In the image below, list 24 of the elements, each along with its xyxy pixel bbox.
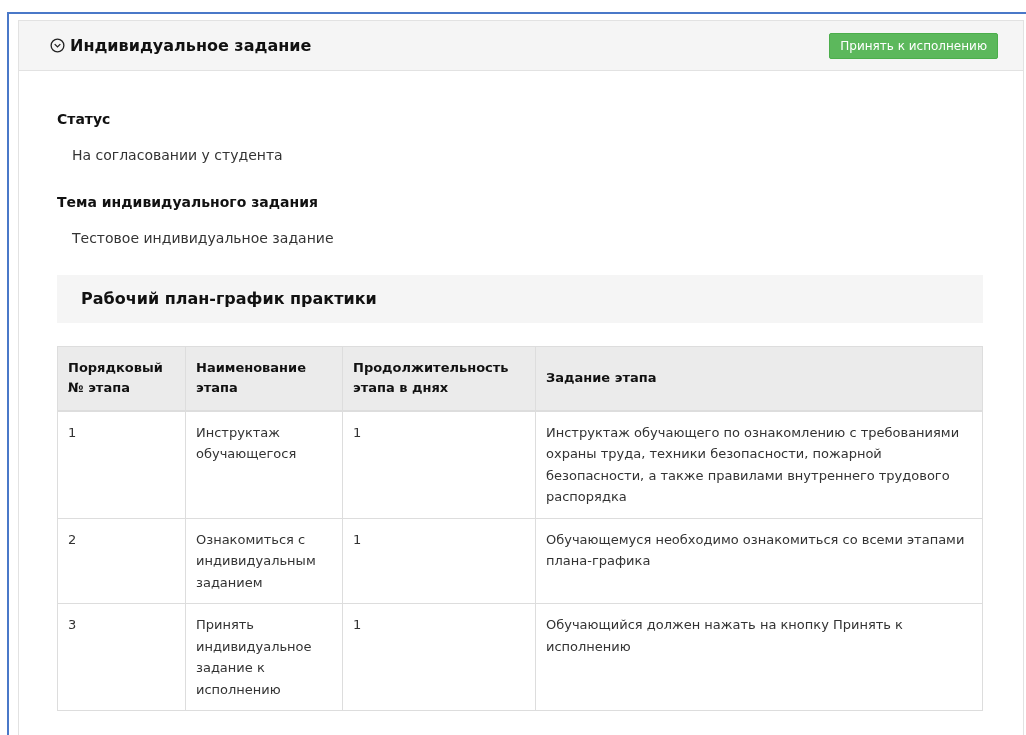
column-header: Продолжительность этапа в днях — [342, 346, 536, 411]
field-value: На согласовании у студента — [71, 146, 284, 165]
field-value: Тестовое индивидуальное задание — [71, 229, 335, 248]
table-cell: 1 — [342, 518, 536, 604]
table-cell: Инструктаж обучающегося — [185, 410, 343, 518]
table-cell: Обучающийся должен нажать на кнопку Принять к исполнению — [535, 603, 983, 711]
table-cell: 3 — [57, 603, 186, 711]
field-label: Статус — [57, 110, 112, 129]
accept-button[interactable]: Принять к исполнению — [829, 32, 998, 59]
section-title: Рабочий план-график практики — [81, 288, 377, 310]
table-cell: 1 — [57, 410, 186, 518]
table-cell: 2 — [57, 518, 186, 604]
table-cell: Обучающемуся необходимо ознакомиться со всеми этапами плана-графика — [535, 518, 983, 604]
column-header: Задание этапа — [535, 346, 983, 411]
column-header: Наименование этапа — [185, 346, 343, 411]
column-header: Порядковый № этапа — [57, 346, 186, 411]
table-cell: Принять индивидуальное задание к исполнению — [185, 603, 343, 711]
table-cell: 1 — [342, 603, 536, 711]
table-cell: Ознакомиться с индивидуальным заданием — [185, 518, 343, 604]
table-cell: 1 — [342, 410, 536, 518]
field-label: Тема индивидуального задания — [57, 193, 319, 212]
panel-title: Индивидуальное задание — [70, 34, 312, 57]
table-cell: Инструктаж обучающего по ознакомлению с требованиями охраны труда, техники безопасности, пожарной безопасности, а также правилами внутреннего трудового распорядка — [535, 410, 983, 518]
collapse-icon[interactable] — [50, 38, 65, 53]
